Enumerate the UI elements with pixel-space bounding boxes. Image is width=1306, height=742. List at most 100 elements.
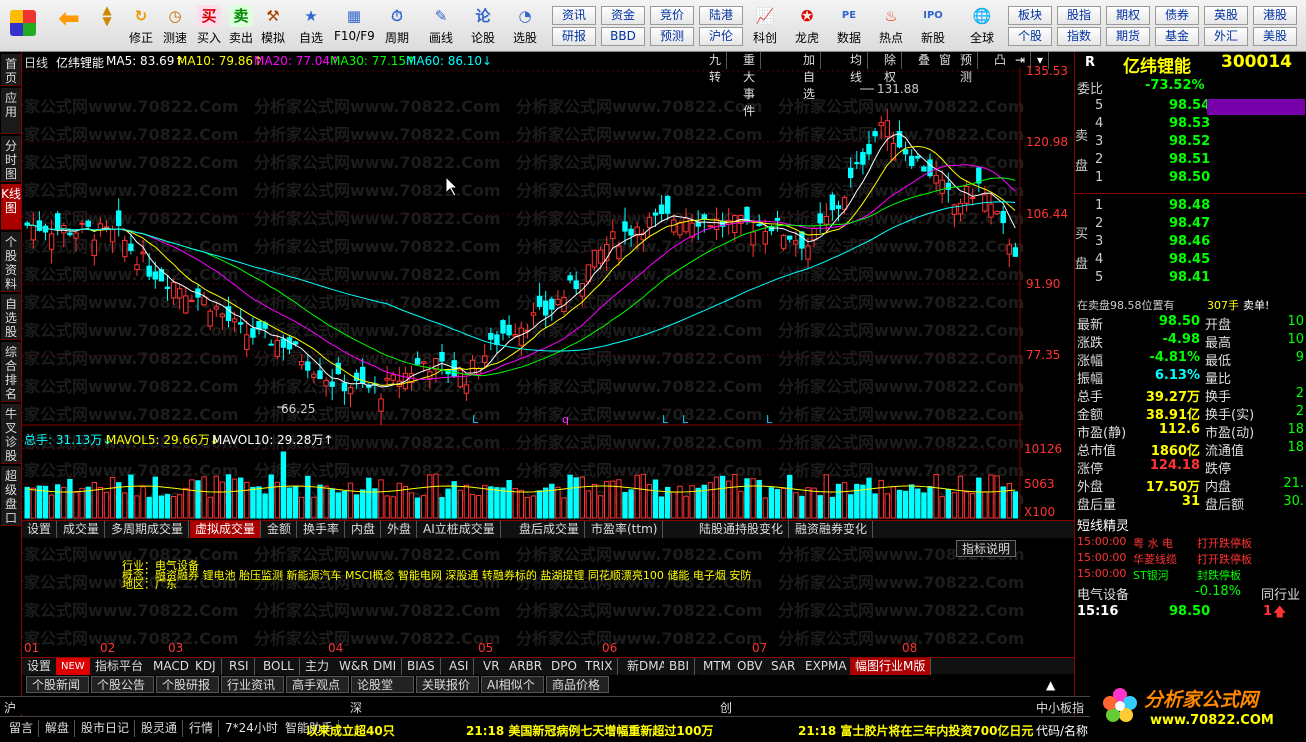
indicator-tab[interactable]: NEW: [56, 658, 91, 675]
grid1-btn[interactable]: BBD: [601, 27, 645, 46]
indicator-tab[interactable]: KDJ: [190, 658, 222, 675]
home-grid-icon[interactable]: [6, 2, 40, 50]
market-index-label[interactable]: 中小板指: [1036, 699, 1084, 716]
market-index-label[interactable]: 沪: [4, 699, 16, 716]
volume-indicator-tab[interactable]: 金额: [262, 521, 298, 538]
status-button[interactable]: 留言: [4, 720, 40, 737]
expand-up-icon[interactable]: ▲: [1046, 678, 1055, 692]
news-tab[interactable]: 行业资讯: [221, 676, 284, 693]
f10-button[interactable]: ▦ F10/F9: [334, 2, 375, 50]
volume-indicator-tab[interactable]: 陆股通持股变化: [694, 521, 790, 538]
grid1-btn[interactable]: 资金: [601, 6, 645, 25]
grid1-btn[interactable]: 陆港: [699, 6, 743, 25]
sell-price[interactable]: 98.53: [1169, 116, 1210, 131]
volume-indicator-tab[interactable]: 设置: [22, 521, 58, 538]
indicator-tab[interactable]: BOLL: [258, 658, 300, 675]
left-tab[interactable]: 牛叉诊股: [1, 404, 21, 464]
short-stock[interactable]: 粤 水 电: [1133, 535, 1173, 551]
indicator-tab[interactable]: OBV: [732, 658, 769, 675]
up-down-icon[interactable]: ▲ ▼: [92, 2, 122, 50]
news-tab[interactable]: 论股堂: [351, 676, 414, 693]
short-stock[interactable]: ST银河: [1133, 567, 1169, 583]
discuss-button[interactable]: 论论股: [466, 2, 500, 50]
indicator-tab[interactable]: VR: [478, 658, 506, 675]
news-tab[interactable]: 商品价格: [546, 676, 609, 693]
period-button[interactable]: ⏱ 周期: [380, 2, 414, 50]
status-button[interactable]: 股灵通: [136, 720, 184, 737]
news-ticker-3[interactable]: 21:18 富士胶片将在三年内投资700亿日元: [798, 722, 1034, 739]
status-button[interactable]: 股市日记: [76, 720, 136, 737]
volume-indicator-tab[interactable]: 虚拟成交量: [190, 521, 262, 538]
buy-price[interactable]: 98.46: [1169, 234, 1210, 249]
left-tab[interactable]: 分时图: [1, 136, 21, 182]
kline-chart-area[interactable]: 分析家公式网www.70822.Com分析家公式网www.70822.Com分析…: [22, 52, 1074, 657]
market-btn[interactable]: 期权: [1106, 6, 1150, 25]
indicator-tab[interactable]: SAR: [766, 658, 802, 675]
indicator-tab[interactable]: 幅图行业M版: [850, 658, 932, 675]
speedtest-button[interactable]: ◷ 测速: [158, 2, 192, 50]
status-button[interactable]: 解盘: [40, 720, 76, 737]
volume-indicator-tab[interactable]: 内盘: [346, 521, 382, 538]
short-stock[interactable]: 华菱线缆: [1133, 551, 1177, 567]
market-btn[interactable]: 期货: [1106, 27, 1150, 46]
sell-price[interactable]: 98.52: [1169, 134, 1210, 149]
grid1-btn[interactable]: 资讯: [552, 6, 596, 25]
news-ticker-2[interactable]: 21:18 美国新冠病例七天增幅重新超过100万: [466, 722, 713, 739]
sell-button[interactable]: 卖卖出: [224, 2, 258, 50]
back-arrow-icon[interactable]: ⬅: [52, 2, 86, 50]
status-button[interactable]: 7*24小时: [220, 720, 284, 737]
ipo-button[interactable]: IPO 新股: [916, 2, 950, 50]
watchlist-button[interactable]: ★ 自选: [294, 2, 328, 50]
grid1-btn[interactable]: 沪伦: [699, 27, 743, 46]
dragon-tiger-button[interactable]: ✪ 龙虎: [790, 2, 824, 50]
sell-price[interactable]: 98.54: [1169, 98, 1210, 113]
indicator-tab[interactable]: 主力: [300, 658, 336, 675]
market-index-label[interactable]: 创: [720, 699, 732, 716]
news-tab[interactable]: AI相似个股: [481, 676, 544, 709]
grid1-btn[interactable]: 预测: [650, 27, 694, 46]
grid1-btn[interactable]: 竞价: [650, 6, 694, 25]
volume-indicator-tab[interactable]: 融资融券变化: [790, 521, 874, 538]
news-tab[interactable]: 个股公告: [91, 676, 154, 693]
market-btn[interactable]: 股指: [1057, 6, 1101, 25]
left-tab[interactable]: K线图: [1, 184, 21, 230]
pick-stock-button[interactable]: ◔ 选股: [508, 2, 542, 50]
indicator-tab[interactable]: ASI: [444, 658, 475, 675]
indicator-tab[interactable]: 指标平台: [90, 658, 150, 675]
draw-button[interactable]: ✎ 画线: [424, 2, 458, 50]
simulate-button[interactable]: ⚒ 模拟: [256, 2, 290, 50]
buy-price[interactable]: 98.48: [1169, 198, 1210, 213]
sell-price[interactable]: 98.51: [1169, 152, 1210, 167]
hotspot-button[interactable]: ♨ 热点: [874, 2, 908, 50]
volume-indicator-tab[interactable]: 成交量: [58, 521, 106, 538]
indicator-tab[interactable]: TRIX: [580, 658, 619, 675]
global-button[interactable]: 🌐 全球: [962, 2, 1002, 50]
market-btn[interactable]: 基金: [1155, 27, 1199, 46]
market-btn[interactable]: 港股: [1253, 6, 1297, 25]
indicator-tab[interactable]: DPO: [546, 658, 583, 675]
market-btn[interactable]: 债券: [1155, 6, 1199, 25]
indicator-tab[interactable]: 设置: [22, 658, 58, 675]
indicator-tab[interactable]: ARBR: [504, 658, 549, 675]
volume-indicator-tab[interactable]: 多周期成交量: [106, 521, 190, 538]
volume-indicator-tab[interactable]: 盘后成交量: [514, 521, 586, 538]
sector-rank-button[interactable]: 同行业: [1261, 584, 1300, 603]
buy-price[interactable]: 98.45: [1169, 252, 1210, 267]
indicator-explain-button[interactable]: 指标说明: [956, 540, 1017, 557]
grid1-btn[interactable]: 研报: [552, 27, 596, 46]
market-btn[interactable]: 板块: [1008, 6, 1052, 25]
left-tab[interactable]: 自选股: [1, 294, 21, 340]
sell-price[interactable]: 98.50: [1169, 170, 1210, 185]
left-tab[interactable]: 个股资料: [1, 232, 21, 292]
news-tab[interactable]: 个股研报: [156, 676, 219, 693]
fix-button[interactable]: ↻ 修正: [124, 2, 158, 50]
volume-indicator-tab[interactable]: 换手率: [298, 521, 346, 538]
left-tab[interactable]: 首页: [1, 54, 21, 86]
news-tab[interactable]: 个股新闻: [26, 676, 89, 693]
news-tab[interactable]: 高手观点: [286, 676, 349, 693]
indicator-tab[interactable]: EXPMA: [800, 658, 853, 675]
indicator-tab[interactable]: DMI: [368, 658, 403, 675]
left-tab[interactable]: 应用: [1, 88, 21, 134]
volume-indicator-tab[interactable]: 市盈率(ttm): [586, 521, 664, 538]
market-btn[interactable]: 英股: [1204, 6, 1248, 25]
